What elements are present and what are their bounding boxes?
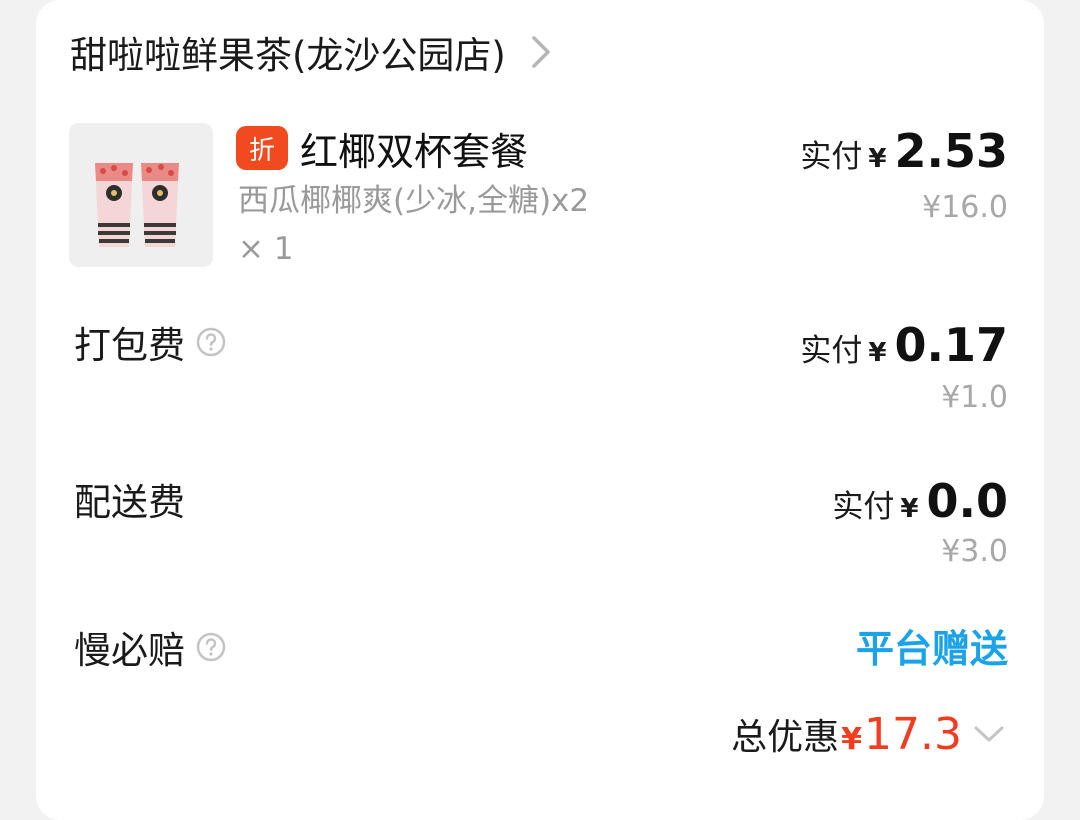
- paid-label: 实付: [800, 139, 863, 175]
- total-discount-label: 总优惠: [731, 717, 840, 758]
- paid-label: 实付: [832, 489, 895, 525]
- shop-name[interactable]: 甜啦啦鲜果茶(龙沙公园店): [70, 25, 506, 79]
- product-quantity: × 1: [238, 231, 294, 267]
- delivery-fee-label: 配送费: [74, 481, 185, 524]
- packing-fee-paid-price: 实付 ¥ 0.17: [800, 318, 1008, 372]
- currency-symbol: ¥: [868, 338, 887, 368]
- currency-symbol: ¥: [900, 494, 919, 524]
- late-comp-label-row: 慢必赔: [74, 620, 227, 674]
- product-thumbnail[interactable]: [69, 123, 213, 267]
- delivery-fee-original-price: ¥3.0: [941, 534, 1008, 569]
- paid-amount: 0.0: [926, 474, 1009, 528]
- currency-symbol: ¥: [841, 722, 863, 757]
- delivery-fee-label-row: 配送费: [74, 472, 185, 526]
- chevron-down-icon[interactable]: [972, 723, 1006, 745]
- shop-header[interactable]: 甜啦啦鲜果茶(龙沙公园店): [70, 24, 554, 80]
- total-discount-amount: 17.3: [864, 709, 962, 760]
- packing-fee-label-row: 打包费: [74, 315, 227, 369]
- product-title-row[interactable]: 折 红椰双杯套餐: [236, 124, 528, 174]
- chevron-right-icon[interactable]: [528, 32, 554, 72]
- delivery-fee-paid-price: 实付 ¥ 0.0: [832, 474, 1008, 528]
- total-discount-row[interactable]: 总优惠 ¥ 17.3: [731, 708, 1006, 760]
- question-circle-icon[interactable]: [195, 631, 227, 663]
- product-paid-price: 实付 ¥ 2.53: [800, 124, 1008, 178]
- product-name[interactable]: 红椰双杯套餐: [300, 121, 528, 176]
- product-spec: 西瓜椰椰爽(少冰,全糖)x2: [238, 183, 590, 219]
- discount-badge: 折: [236, 126, 288, 170]
- paid-label: 实付: [800, 333, 863, 369]
- paid-amount: 0.17: [894, 318, 1009, 372]
- paid-amount: 2.53: [894, 124, 1009, 178]
- drink-cups-image: [69, 123, 213, 267]
- packing-fee-label: 打包费: [74, 324, 185, 367]
- question-circle-icon[interactable]: [195, 326, 227, 358]
- order-detail-card: 甜啦啦鲜果茶(龙沙公园店) 折 红椰双杯套餐 西瓜椰椰爽(少冰,全糖)x2 × …: [36, 0, 1044, 820]
- product-original-price: ¥16.0: [922, 190, 1008, 225]
- platform-gift-text: 平台赠送: [855, 627, 1008, 671]
- late-comp-label: 慢必赔: [74, 629, 185, 672]
- packing-fee-original-price: ¥1.0: [941, 380, 1008, 415]
- currency-symbol: ¥: [868, 144, 887, 174]
